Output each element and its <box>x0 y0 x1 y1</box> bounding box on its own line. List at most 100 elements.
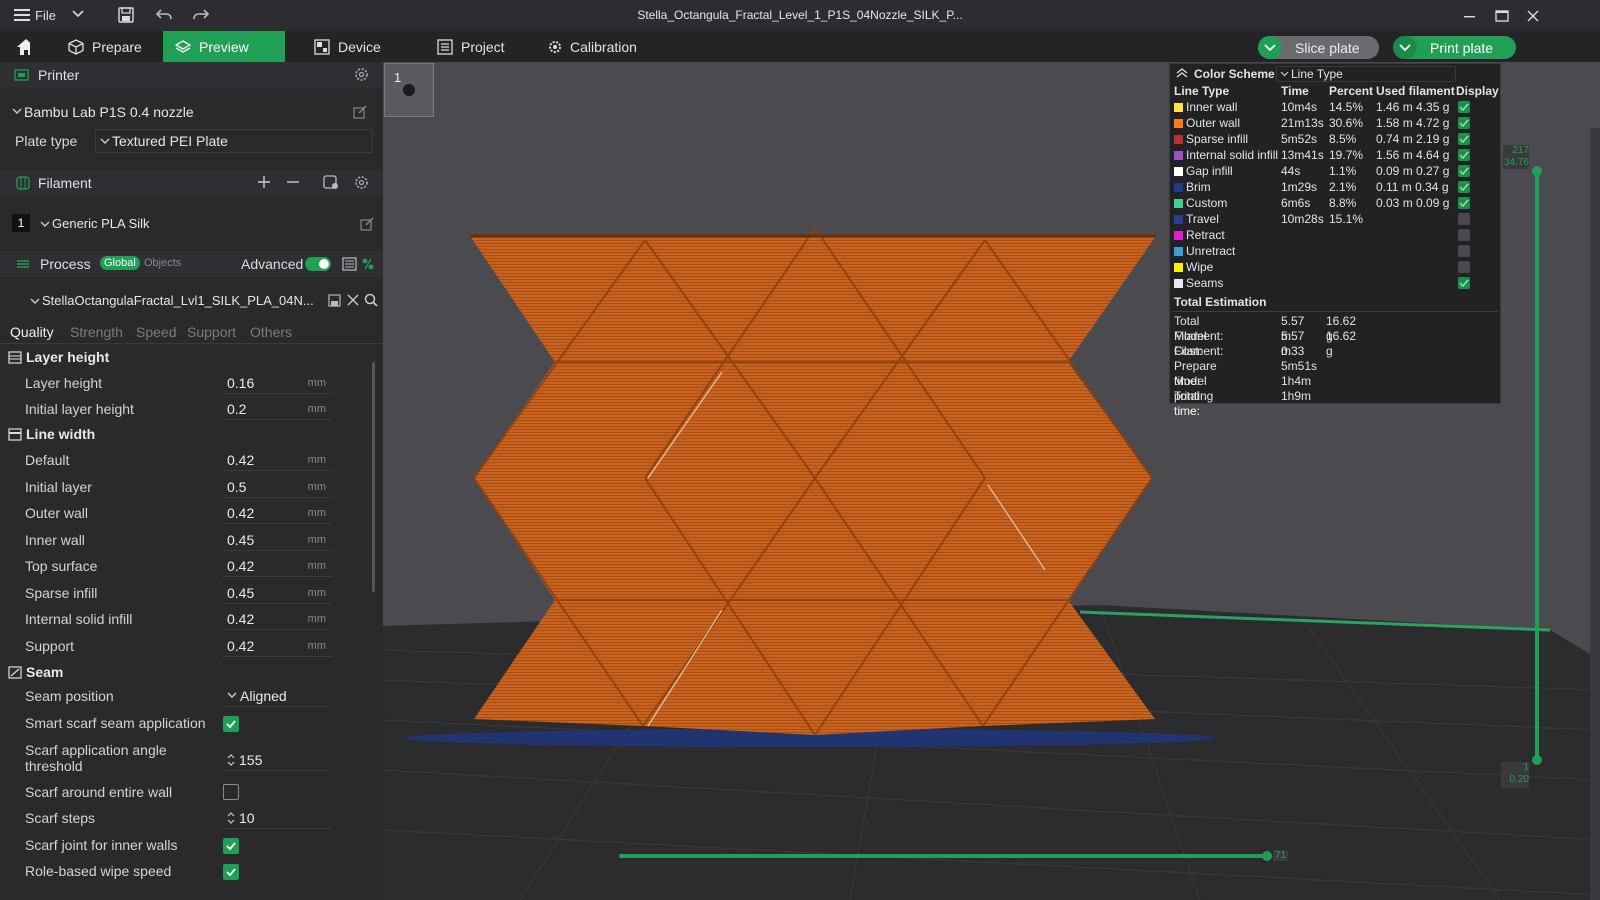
lw-top-input[interactable]: 0.42 mm <box>222 555 332 577</box>
gear-icon[interactable] <box>354 175 369 190</box>
move-slider-handle[interactable] <box>1262 851 1272 861</box>
undo-icon[interactable] <box>156 8 172 22</box>
list-icon[interactable] <box>342 257 357 271</box>
tab-preview[interactable]: Preview <box>163 31 285 62</box>
chevron-down-icon[interactable] <box>1393 36 1417 59</box>
redo-icon[interactable] <box>193 8 209 22</box>
layer-top-handle[interactable] <box>1532 166 1542 176</box>
minus-icon[interactable] <box>286 175 300 189</box>
objects-toggle[interactable]: Objects <box>144 257 181 269</box>
printer-select[interactable]: Bambu Lab P1S 0.4 nozzle <box>0 100 383 124</box>
save-icon[interactable] <box>328 294 341 307</box>
initial-layer-height-input[interactable]: 0.2 mm <box>222 398 332 420</box>
save-icon[interactable] <box>118 7 134 23</box>
layer-height-input[interactable]: 0.16 mm <box>222 372 332 394</box>
hamburger-icon[interactable] <box>14 8 30 22</box>
lw-initial-label: Initial layer <box>25 479 92 495</box>
scarf-angle-input[interactable]: 155 <box>222 749 332 771</box>
display-checkbox[interactable] <box>1458 277 1470 289</box>
settings-scrollbar[interactable] <box>372 362 375 592</box>
chevron-down-icon[interactable] <box>12 108 22 115</box>
lw-internal-input[interactable]: 0.42 mm <box>222 608 332 630</box>
edit-icon[interactable] <box>360 217 374 231</box>
display-checkbox[interactable] <box>1458 101 1470 113</box>
filament-slot-row[interactable]: 1 Generic PLA Silk <box>0 212 383 236</box>
chevron-down-icon[interactable] <box>1258 36 1282 59</box>
legend-row: Gap infill 44s 1.1% 0.09 m 0.27 g <box>1170 163 1500 179</box>
tab-calibration[interactable]: Calibration <box>536 31 649 62</box>
scarf-inner-checkbox[interactable] <box>223 838 239 854</box>
layer-top-readout: 217 34.76 <box>1503 145 1529 169</box>
layer-slider-track[interactable] <box>1535 172 1539 762</box>
advanced-toggle[interactable] <box>305 257 331 271</box>
chevron-down-icon[interactable] <box>30 298 40 305</box>
lw-initial-input[interactable]: 0.5 mm <box>222 476 332 498</box>
collapse-icon[interactable] <box>1176 68 1188 78</box>
subtab-others[interactable]: Others <box>250 324 292 340</box>
lw-support-input[interactable]: 0.42 mm <box>222 635 332 657</box>
scarf-entire-checkbox[interactable] <box>223 784 239 800</box>
legend-divider <box>1172 311 1498 312</box>
viewport-scrollbar[interactable] <box>1590 128 1600 900</box>
display-checkbox[interactable] <box>1458 133 1470 145</box>
close-icon[interactable] <box>1516 0 1550 31</box>
process-profile-select[interactable]: StellaOctangulaFractal_Lvl1_SILK_PLA_04N… <box>0 289 383 313</box>
tab-project[interactable]: Project <box>425 31 517 62</box>
cube-icon <box>68 38 84 55</box>
stepper-icon[interactable] <box>227 753 235 767</box>
lw-inner-input[interactable]: 0.45 mm <box>222 529 332 551</box>
subtab-strength[interactable]: Strength <box>70 324 123 340</box>
minimize-icon[interactable] <box>1453 0 1487 31</box>
plate-type-select[interactable]: Textured PEI Plate <box>95 129 373 153</box>
subtab-speed[interactable]: Speed <box>136 324 176 340</box>
display-checkbox[interactable] <box>1458 213 1470 225</box>
chevron-down-icon[interactable] <box>72 9 84 19</box>
print-plate-button[interactable]: Print plate <box>1393 36 1516 59</box>
layer-bottom-handle[interactable] <box>1532 755 1542 765</box>
maximize-icon[interactable] <box>1485 0 1519 31</box>
display-checkbox[interactable] <box>1458 117 1470 129</box>
subtab-support[interactable]: Support <box>187 324 236 340</box>
tab-device[interactable]: Device <box>302 31 393 62</box>
stepper-icon[interactable] <box>227 811 235 825</box>
lw-sparse-input[interactable]: 0.45 mm <box>222 582 332 604</box>
smart-scarf-checkbox[interactable] <box>223 716 239 732</box>
move-slider-readout: 71 <box>1273 850 1289 861</box>
display-checkbox[interactable] <box>1458 245 1470 257</box>
display-checkbox[interactable] <box>1458 197 1470 209</box>
display-checkbox[interactable] <box>1458 229 1470 241</box>
filament-sync-icon[interactable] <box>323 175 339 190</box>
move-slider-track[interactable] <box>619 854 1269 858</box>
file-menu[interactable]: File <box>35 8 56 23</box>
plate-thumbnail[interactable]: 1 <box>384 63 434 117</box>
edit-icon[interactable] <box>353 105 367 119</box>
home-icon[interactable] <box>4 31 42 62</box>
search-icon[interactable] <box>364 293 378 307</box>
display-checkbox[interactable] <box>1458 149 1470 161</box>
chevron-down-icon[interactable] <box>40 221 50 228</box>
lw-default-input[interactable]: 0.42 mm <box>222 449 332 471</box>
global-toggle[interactable]: Global <box>100 256 140 270</box>
subtab-quality[interactable]: Quality <box>10 324 54 340</box>
gear-icon[interactable] <box>354 67 369 82</box>
role-wipe-checkbox[interactable] <box>223 864 239 880</box>
scarf-steps-input[interactable]: 10 <box>222 807 332 829</box>
display-checkbox[interactable] <box>1458 181 1470 193</box>
color-scheme-select[interactable]: Line Type <box>1276 66 1456 82</box>
lw-outer-input[interactable]: 0.42 mm <box>222 502 332 524</box>
seam-position-select[interactable]: Aligned <box>222 685 332 707</box>
legend-row: Custom 6m6s 8.8% 0.03 m 0.09 g <box>1170 195 1500 211</box>
layer-height-label: Layer height <box>25 375 103 391</box>
display-checkbox[interactable] <box>1458 165 1470 177</box>
display-checkbox[interactable] <box>1458 261 1470 273</box>
slice-plate-button[interactable]: Slice plate <box>1258 36 1379 59</box>
tab-calibration-label: Calibration <box>570 38 637 55</box>
compare-icon[interactable] <box>361 257 375 271</box>
tab-project-label: Project <box>461 38 505 55</box>
tab-prepare[interactable]: Prepare <box>56 31 154 62</box>
close-icon[interactable] <box>347 294 359 306</box>
color-swatch <box>1174 231 1183 240</box>
lw-outer-label: Outer wall <box>25 505 89 521</box>
seam-position-label: Seam position <box>25 688 114 704</box>
plus-icon[interactable] <box>257 175 271 189</box>
